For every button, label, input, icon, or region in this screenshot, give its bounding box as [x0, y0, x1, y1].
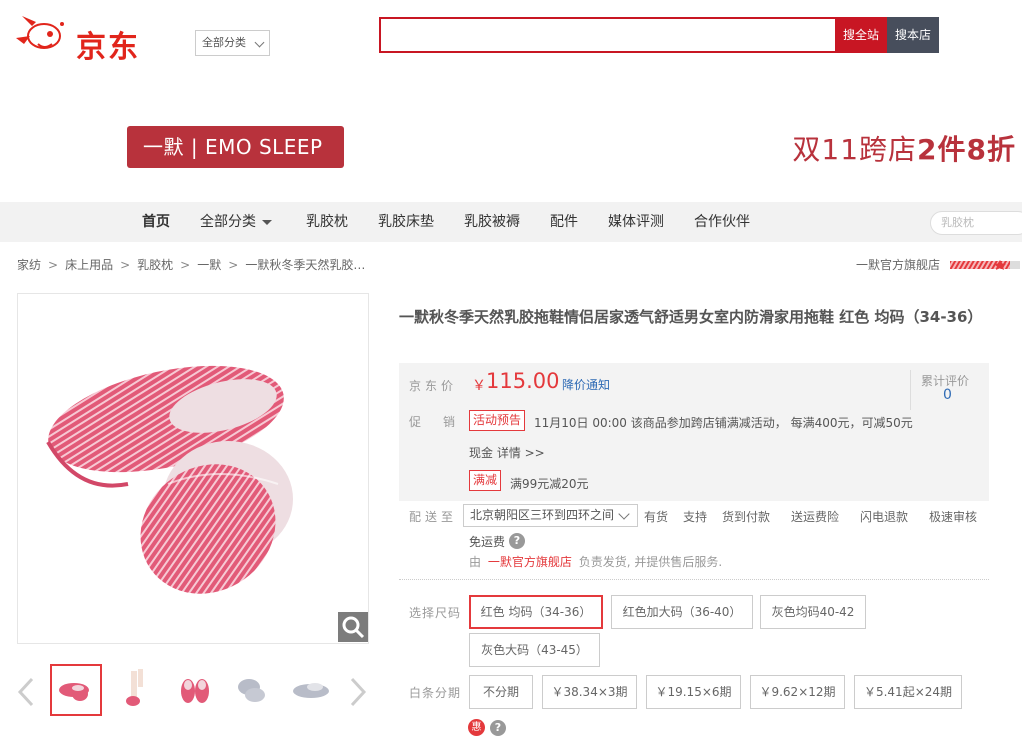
seller-prefix: 由: [469, 555, 482, 569]
divider: [910, 370, 911, 410]
seller-info: 由 一默官方旗舰店 负责发货, 并提供售后服务.: [469, 553, 722, 570]
installment-option[interactable]: ￥19.15×6期: [646, 675, 741, 709]
breadcrumb-item: 一默秋冬季天然乳胶…: [245, 258, 366, 272]
address-value: 北京朝阳区三环到四环之间: [470, 508, 615, 522]
thumbnail-2[interactable]: [112, 664, 164, 716]
installment-option[interactable]: ￥9.62×12期: [750, 675, 845, 709]
shop-brand-badge[interactable]: 一默 | EMO SLEEP: [127, 126, 344, 168]
thumbnail-next-arrow[interactable]: [348, 677, 368, 715]
service-cod[interactable]: 货到付款: [722, 508, 770, 525]
jd-logo-text[interactable]: 京东: [76, 22, 140, 66]
chevron-left-icon: [17, 677, 34, 707]
installment-option[interactable]: 不分期: [469, 675, 533, 709]
installment-option[interactable]: ￥5.41起×24期: [854, 675, 962, 709]
breadcrumb-item[interactable]: 一默: [197, 258, 221, 272]
grey-slipper-thumbnail: [238, 679, 265, 702]
breadcrumb-item[interactable]: 家纺: [17, 258, 41, 272]
nav-item-latex-pillow[interactable]: 乳胶枕: [306, 202, 348, 242]
discount-badge-icon[interactable]: 惠: [468, 719, 485, 736]
promo-label: 促销: [409, 415, 478, 429]
thumbnail-1[interactable]: [50, 664, 102, 716]
category-select[interactable]: 全部分类: [195, 30, 270, 56]
price-alert-link[interactable]: 降价通知: [562, 376, 610, 393]
size-label: 选择尺码: [409, 606, 462, 620]
service-support: 支持: [683, 510, 708, 524]
breadcrumb-item[interactable]: 床上用品: [65, 258, 113, 272]
slipper-on-feet-thumbnail: [126, 669, 143, 706]
section-divider: [399, 579, 989, 580]
installment-label: 白条分期: [409, 686, 462, 700]
store-name-link[interactable]: 一默官方旗舰店: [856, 256, 940, 273]
chevron-down-icon: [254, 37, 265, 48]
service-freight-insurance[interactable]: 送运费险: [791, 508, 839, 525]
promo-tag-preview: 活动预告: [469, 410, 526, 431]
stock-status: 有货: [644, 510, 669, 524]
slipper-image: [46, 365, 293, 594]
search-input[interactable]: [379, 17, 837, 53]
installment-option[interactable]: ￥38.34×3期: [542, 675, 637, 709]
nav-item-home[interactable]: 首页: [142, 202, 170, 242]
breadcrumb: 家纺 > 床上用品 > 乳胶枕 > 一默 > 一默秋冬季天然乳胶…: [17, 256, 365, 273]
grey-slipper-side-thumbnail: [293, 683, 329, 698]
nav-item-latex-bedding[interactable]: 乳胶被褥: [464, 202, 520, 242]
size-option[interactable]: 灰色均码40-42: [760, 595, 866, 629]
size-option-selected[interactable]: 红色 均码（34-36）: [469, 595, 603, 629]
promo-text: 11月10日 00:00 该商品参加跨店铺满减活动， 每满400元，可减50元: [534, 416, 913, 430]
promo-tag-discount: 满减: [469, 470, 502, 491]
search-store-button[interactable]: 搜本店: [887, 17, 939, 53]
breadcrumb-separator: >: [120, 258, 131, 272]
thumbnail-4[interactable]: [228, 664, 280, 716]
seller-suffix: 负责发货, 并提供售后服务.: [578, 555, 723, 569]
delivery-label: 配送至: [409, 510, 458, 524]
promo-bold: 2件8折: [917, 133, 1016, 166]
help-icon[interactable]: ?: [490, 720, 506, 736]
nav-item-accessories[interactable]: 配件: [550, 202, 578, 242]
nav-item-partners[interactable]: 合作伙伴: [694, 202, 750, 242]
category-select-label: 全部分类: [202, 36, 246, 49]
chevron-right-icon: [350, 677, 367, 707]
price-currency: ￥: [472, 378, 486, 394]
zoom-button[interactable]: [338, 612, 368, 642]
review-count-link[interactable]: 0: [943, 387, 952, 403]
breadcrumb-separator: >: [180, 258, 191, 272]
jd-mascot-icon: [16, 16, 64, 49]
promo-banner[interactable]: 双11跨店2件8折: [792, 128, 1016, 168]
magnifier-icon: [342, 616, 365, 639]
slipper-pair-thumbnail: [181, 679, 209, 703]
shop-navbar: 首页 全部分类 乳胶枕 乳胶床垫 乳胶被褥 配件 媒体评测 合作伙伴 乳胶枕: [0, 202, 1022, 242]
size-option[interactable]: 红色加大码（36-40）: [611, 595, 753, 629]
caret-down-icon: [262, 219, 272, 225]
thumbnail-prev-arrow[interactable]: [16, 677, 36, 715]
product-main-image[interactable]: [17, 293, 369, 644]
breadcrumb-separator: >: [48, 258, 59, 272]
nav-item-all-categories[interactable]: 全部分类: [200, 202, 272, 242]
breadcrumb-item[interactable]: 乳胶枕: [137, 258, 173, 272]
store-rating-bar: [950, 260, 1020, 270]
thumbnail-5[interactable]: [286, 664, 338, 716]
nav-item-media-reviews[interactable]: 媒体评测: [608, 202, 664, 242]
slipper-thumbnail: [59, 683, 89, 701]
nav-item-label: 全部分类: [200, 214, 256, 230]
service-fast-refund[interactable]: 闪电退款: [860, 508, 908, 525]
address-select[interactable]: 北京朝阳区三环到四环之间: [463, 504, 638, 527]
product-title: 一默秋冬季天然乳胶拖鞋情侣居家透气舒适男女室内防滑家用拖鞋 红色 均码（34-3…: [399, 308, 983, 326]
promo-detail-link[interactable]: 现金 详情 >>: [469, 444, 545, 461]
thumbnail-3[interactable]: [170, 664, 222, 716]
search-all-button[interactable]: 搜全站: [835, 17, 887, 53]
promo-prefix: 双11跨店: [792, 133, 918, 166]
promo-discount-text: 满99元减20元: [510, 477, 589, 491]
shop-search-input[interactable]: 乳胶枕: [930, 211, 1022, 235]
seller-link[interactable]: 一默官方旗舰店: [488, 555, 572, 569]
price-value: 115.00: [486, 369, 560, 393]
help-icon[interactable]: ?: [509, 533, 525, 549]
free-shipping-text: 免运费: [469, 535, 506, 549]
breadcrumb-separator: >: [228, 258, 239, 272]
nav-item-latex-mattress[interactable]: 乳胶床垫: [378, 202, 434, 242]
service-fast-review[interactable]: 极速审核: [929, 508, 977, 525]
chevron-down-icon: [618, 508, 630, 520]
price-label: 京东价: [409, 379, 458, 393]
size-option[interactable]: 灰色大码（43-45）: [469, 633, 600, 667]
